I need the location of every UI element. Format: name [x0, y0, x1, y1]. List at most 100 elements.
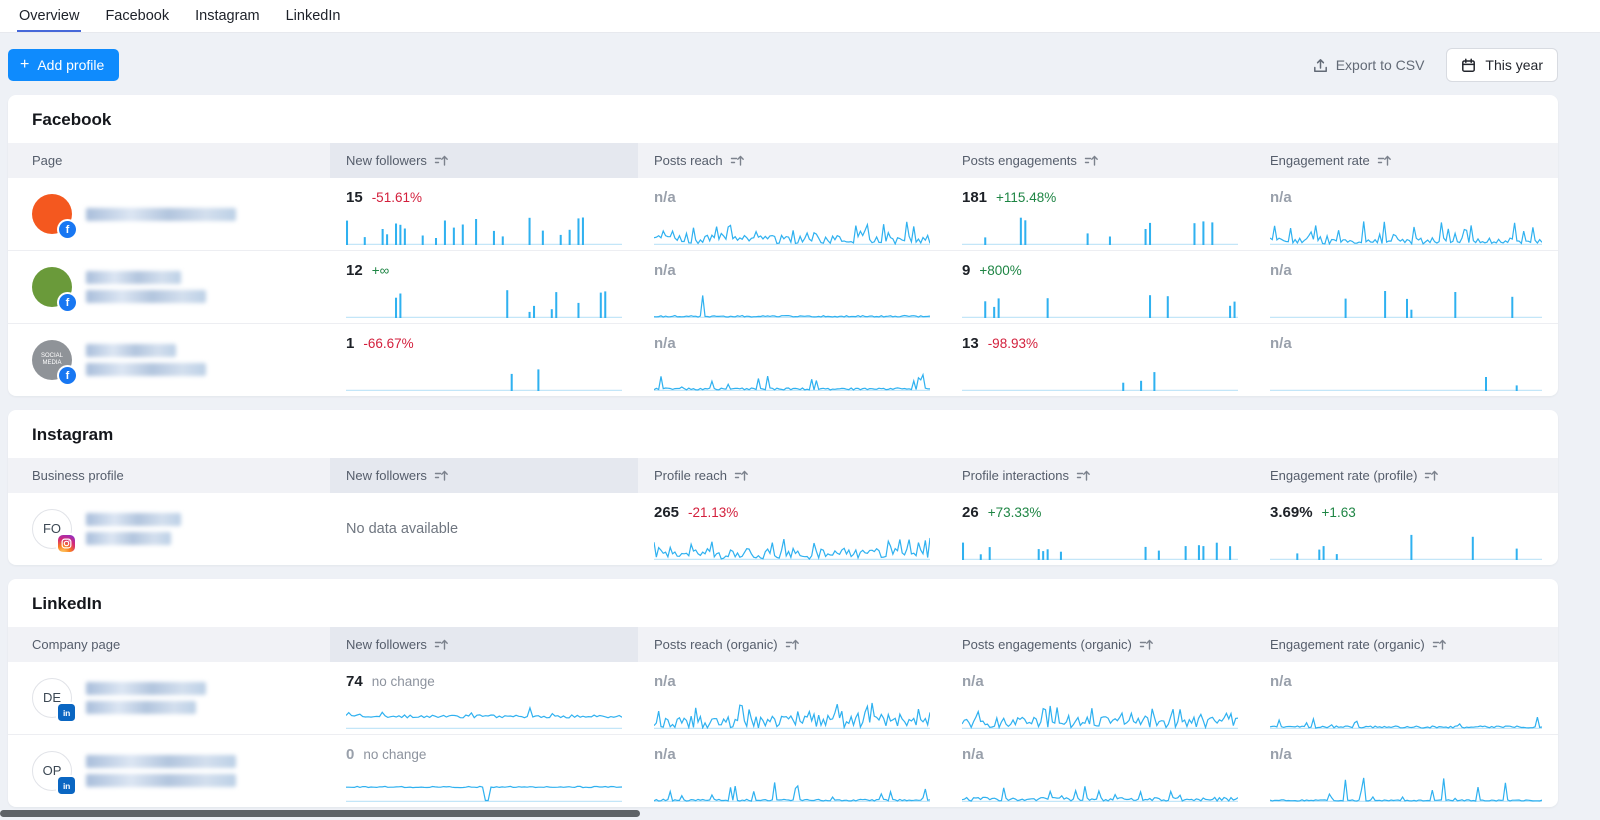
profile-name-redacted [86, 208, 236, 221]
sort-icon [1139, 638, 1154, 651]
table-header: Company pageNew followersPosts reach (or… [8, 627, 1558, 662]
sparkline-chart [1270, 530, 1542, 560]
column-label: Profile reach [654, 468, 727, 483]
sort-icon [434, 638, 449, 651]
add-profile-button[interactable]: + Add profile [8, 49, 119, 81]
column-label: Posts reach [654, 153, 723, 168]
profile-avatar: DEin [32, 678, 72, 718]
column-header-business-profile: Business profile [8, 458, 330, 493]
column-header-posts-engagements-organic[interactable]: Posts engagements (organic) [946, 627, 1254, 662]
redacted-text-line [86, 701, 196, 714]
profile-avatar: f [32, 194, 72, 234]
profile-name-redacted [86, 513, 181, 545]
section-title-linkedin: LinkedIn [8, 579, 1558, 627]
metric-value: 181 [962, 189, 987, 206]
metric-cell: n/a [638, 251, 946, 323]
column-label: Posts engagements (organic) [962, 637, 1132, 652]
profile-row: f12+∞n/a9+800%n/a [8, 250, 1558, 323]
sparkline-chart [654, 361, 930, 391]
profile-cell[interactable]: DEin [8, 662, 330, 734]
metric-cell: n/a [1254, 251, 1558, 323]
sparkline-chart [1270, 772, 1542, 802]
profile-cell[interactable]: f [8, 251, 330, 323]
date-range-button[interactable]: This year [1446, 48, 1558, 82]
metric-delta: +1.63 [1322, 505, 1356, 520]
column-header-engagement-rate-organic[interactable]: Engagement rate (organic) [1254, 627, 1558, 662]
profile-avatar: OPin [32, 751, 72, 791]
column-label: Engagement rate (organic) [1270, 637, 1425, 652]
column-label: Posts engagements [962, 153, 1077, 168]
metric-value: n/a [654, 673, 676, 690]
column-header-profile-interactions[interactable]: Profile interactions [946, 458, 1254, 493]
column-label: Business profile [32, 468, 124, 483]
metric-delta: no change [363, 747, 426, 762]
metric-cell: 74no change [330, 662, 638, 734]
metric-cell: 265 -21.13% [638, 493, 946, 565]
metric-value: 0 [346, 746, 354, 763]
column-header-engagement-rate[interactable]: Engagement rate [1254, 143, 1558, 178]
sort-icon [434, 469, 449, 482]
metric-cell: 0 no change [330, 735, 638, 807]
metric-delta: no change [372, 674, 435, 689]
metric-delta: -98.93% [988, 336, 1038, 351]
profile-avatar: f [32, 267, 72, 307]
metric-value: n/a [654, 746, 676, 763]
profile-cell[interactable]: FO [8, 493, 330, 565]
column-header-engagement-rate-profile[interactable]: Engagement rate (profile) [1254, 458, 1558, 493]
profile-cell[interactable]: OPin [8, 735, 330, 807]
facebook-badge-icon: f [59, 221, 76, 238]
column-header-posts-engagements[interactable]: Posts engagements [946, 143, 1254, 178]
export-csv-button[interactable]: Export to CSV [1313, 57, 1425, 73]
facebook-badge-icon: f [59, 367, 76, 384]
column-header-new-followers[interactable]: New followers [330, 627, 638, 662]
metric-value: 265 [654, 504, 679, 521]
metric-value: 13 [962, 335, 979, 352]
profile-name-redacted [86, 271, 206, 303]
profile-name-redacted [86, 344, 206, 376]
avatar-text: SOCIAL MEDIA [32, 353, 72, 367]
column-header-new-followers[interactable]: New followers [330, 143, 638, 178]
metric-cell: n/a [638, 324, 946, 396]
tab-instagram[interactable]: Instagram [182, 0, 272, 32]
table-header: Business profile New followers Profile rea… [8, 458, 1558, 493]
metric-value: 3.69% [1270, 504, 1313, 521]
profile-row: FONo data available265-21.13%26+73.33%3.… [8, 493, 1558, 565]
metric-delta: +800% [979, 263, 1021, 278]
sort-icon [1424, 469, 1439, 482]
column-label: Engagement rate (profile) [1270, 468, 1417, 483]
column-label: Posts reach (organic) [654, 637, 778, 652]
tab-facebook[interactable]: Facebook [92, 0, 182, 32]
metric-delta: -21.13% [688, 505, 738, 520]
metric-cell: n/a [946, 662, 1254, 734]
metric-value: n/a [654, 189, 676, 206]
sort-icon [734, 469, 749, 482]
section-linkedin: LinkedInCompany pageNew followersPosts r… [8, 579, 1558, 807]
column-header-posts-reach-organic[interactable]: Posts reach (organic) [638, 627, 946, 662]
tab-linkedin[interactable]: LinkedIn [273, 0, 354, 32]
metric-delta: -51.61% [372, 190, 422, 205]
avatar-text: OP [43, 764, 62, 779]
sort-icon [1084, 154, 1099, 167]
metric-cell: n/a [1254, 735, 1558, 807]
section-title-instagram: Instagram [8, 410, 1558, 458]
column-header-page: Page [8, 143, 330, 178]
metric-cell: 26+73.33% [946, 493, 1254, 565]
sparkline-chart [346, 361, 622, 391]
profile-row: DEin74no changen/an/an/a [8, 662, 1558, 734]
metric-value: n/a [962, 746, 984, 763]
export-icon [1313, 58, 1328, 73]
profile-cell[interactable]: SOCIAL MEDIAf [8, 324, 330, 396]
sparkline-chart [962, 699, 1238, 729]
metric-value: n/a [1270, 335, 1292, 352]
column-header-posts-reach[interactable]: Posts reach [638, 143, 946, 178]
sparkline-chart [346, 215, 622, 245]
tab-overview[interactable]: Overview [6, 0, 92, 32]
column-header-new-followers[interactable]: New followers [330, 458, 638, 493]
column-label: New followers [346, 637, 427, 652]
social-tracker-page: OverviewFacebookInstagramLinkedIn + Add … [0, 0, 1600, 807]
horizontal-scrollbar-thumb[interactable] [0, 810, 640, 817]
column-header-profile-reach[interactable]: Profile reach [638, 458, 946, 493]
calendar-icon [1461, 58, 1476, 73]
metric-cell: n/a [638, 662, 946, 734]
profile-cell[interactable]: f [8, 178, 330, 250]
